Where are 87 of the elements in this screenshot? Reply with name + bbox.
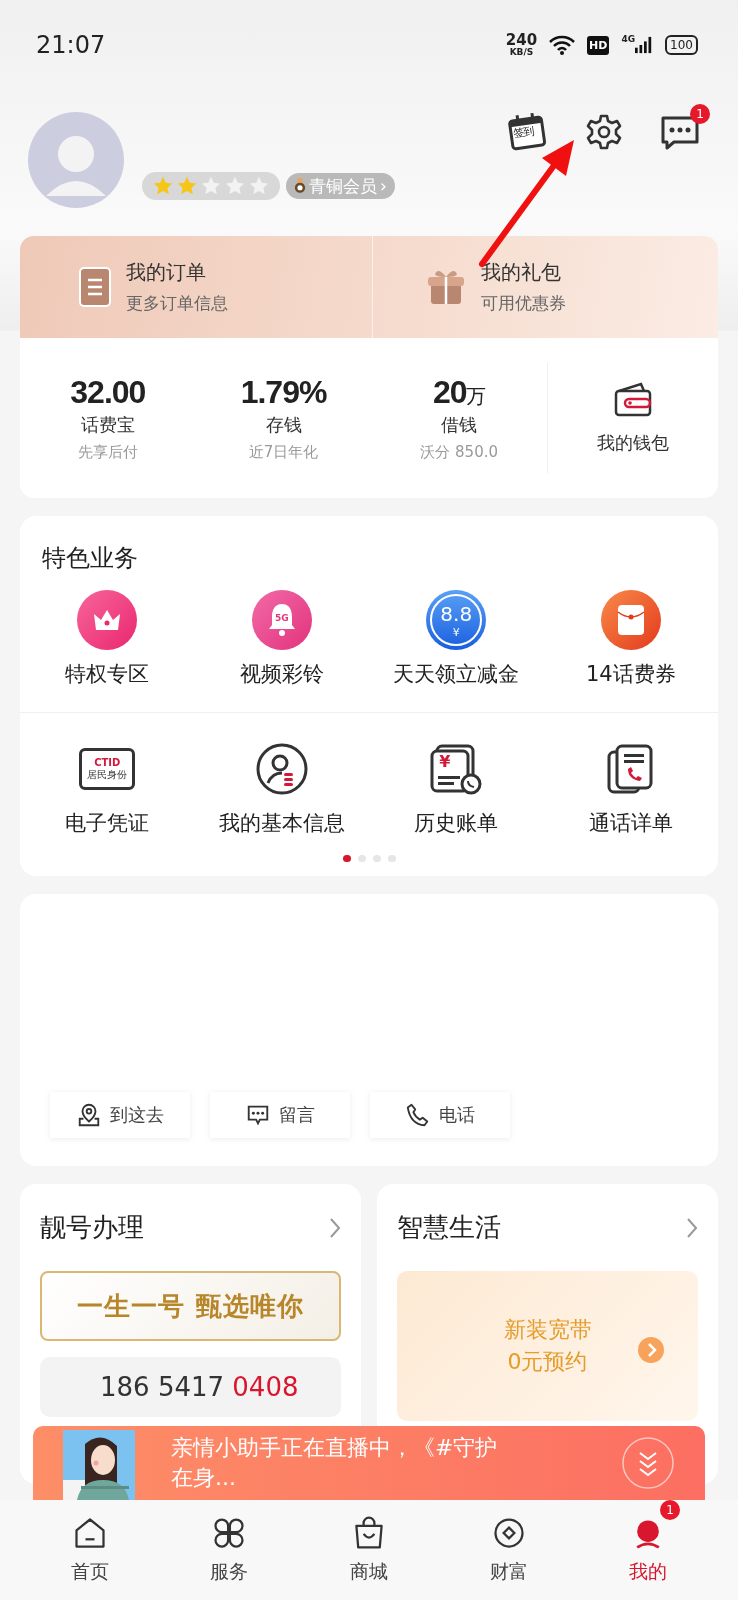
star-icon (248, 175, 270, 197)
id-card-icon: CTID 居民身份 (79, 748, 136, 790)
feature-item[interactable]: CTID 居民身份 电子凭证 (20, 739, 195, 837)
document-icon (78, 266, 112, 308)
feature-label: 天天领立减金 (393, 661, 520, 688)
speed-unit: KB/S (509, 48, 534, 57)
wallet-button[interactable]: 我的钱包 (547, 363, 718, 473)
network-type: 4G (621, 34, 636, 44)
slogan-banner: 一生一号 甄选唯你 (40, 1271, 341, 1341)
star-icon (176, 175, 198, 197)
expand-icon[interactable] (621, 1436, 675, 1490)
stat-value: 1.79% (240, 374, 327, 411)
chevron-right-icon[interactable] (686, 1216, 698, 1239)
section-title: 特色业务 (41, 543, 139, 574)
clock: 21:07 (36, 31, 106, 59)
link-subtitle: 更多订单信息 (126, 292, 228, 315)
stat-value: 32.00 (70, 374, 146, 411)
feature-item[interactable]: 特权专区 (20, 590, 195, 688)
envelope-icon (600, 590, 661, 650)
feature-item[interactable]: 我的基本信息 (194, 739, 369, 837)
battery-level: 100 (665, 35, 698, 55)
tab[interactable]: 首页 (39, 1500, 140, 1600)
tab[interactable]: 财富 (458, 1500, 559, 1600)
avatar-icon (28, 112, 124, 208)
bill-icon (429, 742, 484, 796)
tab[interactable]: 商城 (319, 1500, 419, 1600)
stat-label: 借钱 (441, 413, 478, 437)
feature-item[interactable]: 通话详单 (543, 739, 718, 837)
feature-label: 14话费券 (585, 661, 676, 688)
tab[interactable]: 服务 (179, 1500, 280, 1600)
feature-item[interactable]: 8.8 ¥ 天天领立减金 (369, 590, 544, 688)
quick-link[interactable]: 我的订单 更多订单信息 (20, 236, 373, 338)
feature-label: 历史账单 (414, 810, 499, 837)
wallet-label: 我的钱包 (597, 431, 669, 455)
icon-label: ¥ (439, 753, 451, 771)
feature-label: 电子凭证 (65, 810, 150, 837)
feature-label: 通话详单 (588, 810, 673, 837)
action-button[interactable]: 留言 (210, 1092, 350, 1138)
medal-icon (294, 178, 306, 194)
link-title: 我的礼包 (480, 259, 562, 286)
feature-item[interactable]: 5G 视频彩铃 (194, 590, 369, 688)
phone-number: 186 5417 0408 (100, 1372, 299, 1402)
coin-icon (426, 590, 487, 650)
stat-note: 沃分 850.0 (420, 443, 499, 462)
phone-icon (405, 1102, 431, 1128)
action-button[interactable]: 到这去 (50, 1092, 190, 1138)
icon-label: 8.8 (439, 603, 474, 625)
notification-badge: 1 (690, 104, 710, 124)
feature-label: 特权专区 (65, 661, 150, 688)
icon-label: 5G (273, 613, 290, 623)
notification-badge: 1 (660, 1500, 681, 1520)
wifi-icon (549, 35, 576, 55)
checkin-label: 签到 (512, 123, 536, 142)
stat-label: 话费宝 (80, 413, 135, 437)
chevron: › (380, 176, 387, 196)
action-button[interactable]: 电话 (370, 1092, 510, 1138)
star-icon (200, 175, 222, 197)
stat-value: 20万 (432, 374, 486, 411)
feature-label: 视频彩铃 (239, 661, 324, 688)
bell-icon (251, 590, 312, 650)
settings-icon[interactable] (584, 112, 624, 152)
feature-item[interactable]: 14话费券 (543, 590, 718, 688)
icon-label: ¥ (451, 627, 461, 639)
link-subtitle: 可用优惠券 (480, 292, 566, 315)
member-level: 青铜会员 (309, 174, 377, 198)
tab[interactable]: 我的 1 (598, 1500, 699, 1600)
stat-label: 存钱 (265, 413, 302, 437)
feature-item[interactable]: ¥ 历史账单 (369, 739, 544, 837)
card-title: 智慧生活 (397, 1211, 501, 1244)
live-notice: 亲情小助手正在直播中，《#守护在身... (171, 1434, 499, 1492)
crown-icon (77, 590, 138, 650)
hd-badge: HD (587, 35, 610, 55)
map-pin-icon (76, 1102, 102, 1128)
promo-text: 新装宽带 (503, 1316, 592, 1344)
link-title: 我的订单 (126, 259, 207, 286)
wallet-icon (613, 381, 653, 417)
chevron-right-icon[interactable] (329, 1216, 341, 1239)
card-title: 靓号办理 (40, 1211, 144, 1244)
star-icon (224, 175, 246, 197)
stat-note: 近7日年化 (248, 443, 319, 462)
star-icon (152, 175, 174, 197)
feature-label: 我的基本信息 (218, 810, 345, 837)
promo-text: 0元预约 (507, 1348, 588, 1376)
quick-link[interactable]: 我的礼包 可用优惠券 (372, 236, 718, 338)
network-speed: 240 (505, 33, 538, 48)
signal-icon (635, 36, 654, 54)
stat-note: 先享后付 (77, 443, 138, 462)
